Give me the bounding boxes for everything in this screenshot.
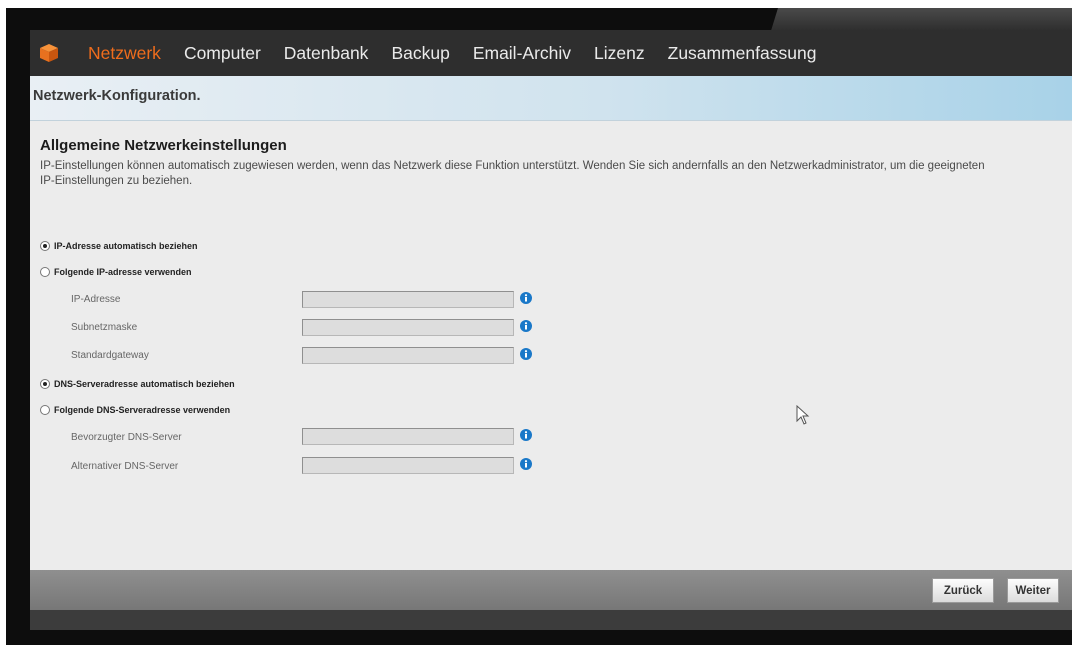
ip-manual-label: Folgende IP-adresse verwenden [54, 267, 192, 277]
mouse-pointer-icon [796, 405, 810, 425]
radio-indicator[interactable] [40, 379, 50, 389]
dns-manual-label: Folgende DNS-Serveradresse verwenden [54, 405, 231, 415]
default-gateway-label: Standardgateway [71, 350, 149, 361]
page-header-bar: Netzwerk-Konfiguration. [30, 76, 1072, 121]
section-title: Allgemeine Netzwerkeinstellungen [40, 137, 287, 154]
subnet-mask-label: Subnetzmaske [71, 322, 138, 333]
preferred-dns-input[interactable] [302, 428, 514, 445]
dns-manual-radio[interactable]: Folgende DNS-Serveradresse verwenden [40, 403, 230, 417]
nav-tab-datenbank[interactable]: Datenbank [284, 43, 369, 64]
nav-tab-lizenz[interactable]: Lizenz [594, 43, 645, 64]
page-title: Netzwerk-Konfiguration. [33, 88, 201, 104]
nav-tab-email-archiv[interactable]: Email-Archiv [473, 43, 571, 64]
network-settings-panel: Allgemeine Netzwerkeinstellungen IP-Eins… [30, 120, 1072, 570]
radio-indicator[interactable] [40, 241, 50, 251]
ip-address-label: IP-Adresse [71, 294, 121, 305]
nav-tab-zusammenfassung[interactable]: Zusammenfassung [668, 43, 817, 64]
next-button[interactable]: Weiter [1007, 578, 1059, 603]
dns-auto-label: DNS-Serveradresse automatisch beziehen [54, 379, 235, 389]
installer-window: Netzwerk Computer Datenbank Backup Email… [30, 30, 1072, 630]
alternate-dns-input[interactable] [302, 457, 514, 474]
info-icon[interactable] [520, 292, 532, 304]
info-icon[interactable] [520, 348, 532, 360]
ip-address-input[interactable] [302, 291, 514, 308]
orange-cube-icon [38, 42, 60, 64]
ip-auto-label: IP-Adresse automatisch beziehen [54, 241, 198, 251]
wizard-footer: Zurück Weiter [30, 570, 1072, 610]
nav-tab-netzwerk[interactable]: Netzwerk [88, 43, 161, 64]
info-icon[interactable] [520, 320, 532, 332]
ip-auto-radio[interactable]: IP-Adresse automatisch beziehen [40, 239, 198, 253]
back-button[interactable]: Zurück [932, 578, 994, 603]
radio-indicator[interactable] [40, 267, 50, 277]
default-gateway-input[interactable] [302, 347, 514, 364]
dns-auto-radio[interactable]: DNS-Serveradresse automatisch beziehen [40, 377, 235, 391]
info-icon[interactable] [520, 458, 532, 470]
nav-tab-computer[interactable]: Computer [184, 43, 261, 64]
ip-manual-radio[interactable]: Folgende IP-adresse verwenden [40, 265, 192, 279]
bottom-strip [30, 610, 1072, 630]
radio-indicator[interactable] [40, 405, 50, 415]
section-description: IP-Einstellungen können automatisch zuge… [40, 160, 985, 187]
nav-tab-backup[interactable]: Backup [391, 43, 449, 64]
subnet-mask-input[interactable] [302, 319, 514, 336]
alternate-dns-label: Alternativer DNS-Server [71, 461, 179, 472]
info-icon[interactable] [520, 429, 532, 441]
preferred-dns-label: Bevorzugter DNS-Server [71, 432, 182, 443]
wizard-nav: Netzwerk Computer Datenbank Backup Email… [30, 30, 1072, 76]
